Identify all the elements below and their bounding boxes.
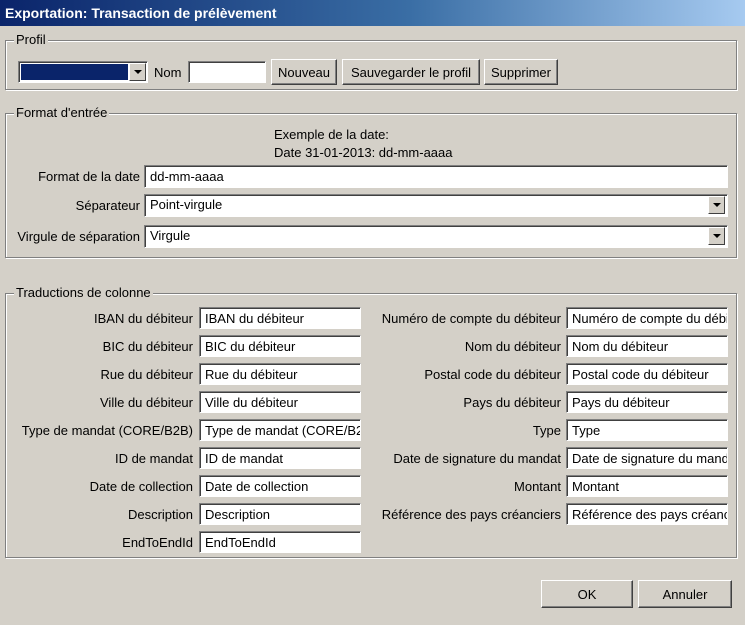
translation-input[interactable]	[199, 503, 361, 525]
translation-label: Ville du débiteur	[100, 395, 193, 410]
profile-dropdown-arrow[interactable]	[129, 63, 146, 81]
translation-label: Date de signature du mandat	[393, 451, 561, 466]
translation-input[interactable]	[566, 419, 728, 441]
decimal-separator-label: Virgule de séparation	[17, 229, 140, 244]
translation-input[interactable]	[199, 447, 361, 469]
translation-label: Postal code du débiteur	[424, 367, 561, 382]
translation-input[interactable]	[566, 391, 728, 413]
translation-input[interactable]	[199, 391, 361, 413]
translation-input[interactable]	[199, 335, 361, 357]
name-input[interactable]	[188, 61, 266, 83]
translation-input[interactable]	[566, 307, 728, 329]
name-label: Nom	[154, 65, 182, 80]
column-translations-legend: Traductions de colonne	[14, 285, 153, 300]
translation-label: Référence des pays créanciers	[381, 507, 561, 522]
profile-legend: Profil	[14, 32, 48, 47]
save-profile-button[interactable]: Sauvegarder le profil	[342, 59, 480, 85]
translation-label: Rue du débiteur	[100, 367, 193, 382]
decimal-separator-value: Virgule	[150, 228, 191, 243]
separator-select[interactable]: Point-virgule	[144, 194, 728, 217]
translation-label: ID de mandat	[114, 451, 193, 466]
decimal-separator-select[interactable]: Virgule	[144, 225, 728, 248]
delete-profile-button[interactable]: Supprimer	[484, 59, 558, 85]
translation-label: Date de collection	[89, 479, 193, 494]
chevron-down-icon	[133, 70, 142, 74]
translation-label: Type de mandat (CORE/B2B)	[21, 423, 193, 438]
translation-input[interactable]	[566, 447, 728, 469]
translation-label: IBAN du débiteur	[93, 311, 193, 326]
separator-label: Séparateur	[75, 198, 140, 213]
input-format-legend: Format d'entrée	[14, 105, 110, 120]
translation-label: Nom du débiteur	[464, 339, 561, 354]
translation-label: Pays du débiteur	[463, 395, 561, 410]
translation-label: EndToEndId	[122, 535, 193, 550]
translation-label: BIC du débiteur	[102, 339, 193, 354]
decimal-dropdown-arrow[interactable]	[708, 227, 725, 245]
translation-label: Type	[532, 423, 561, 438]
cancel-button[interactable]: Annuler	[638, 580, 732, 608]
translation-input[interactable]	[199, 475, 361, 497]
separator-dropdown-arrow[interactable]	[708, 196, 725, 214]
date-format-label: Format de la date	[38, 169, 140, 184]
date-example-title: Exemple de la date:	[274, 127, 389, 142]
date-example-text: Date 31-01-2013: dd-mm-aaaa	[274, 145, 453, 160]
translation-label: Montant	[514, 479, 561, 494]
translation-input[interactable]	[566, 363, 728, 385]
translation-input[interactable]	[566, 475, 728, 497]
separator-value: Point-virgule	[150, 197, 223, 212]
translation-label: Numéro de compte du débiteur	[381, 311, 561, 326]
translation-input[interactable]	[199, 531, 361, 553]
translation-input[interactable]	[199, 307, 361, 329]
ok-button[interactable]: OK	[541, 580, 633, 608]
chevron-down-icon	[712, 203, 721, 207]
translation-label: Description	[127, 507, 193, 522]
translation-input[interactable]	[566, 503, 728, 525]
translation-input[interactable]	[199, 419, 361, 441]
translation-input[interactable]	[566, 335, 728, 357]
translation-input[interactable]	[199, 363, 361, 385]
profile-select-highlight	[21, 64, 128, 80]
window-title: Exportation: Transaction de prélèvement	[0, 0, 745, 26]
chevron-down-icon	[712, 234, 721, 238]
date-format-input[interactable]	[144, 165, 728, 188]
new-profile-button[interactable]: Nouveau	[271, 59, 337, 85]
